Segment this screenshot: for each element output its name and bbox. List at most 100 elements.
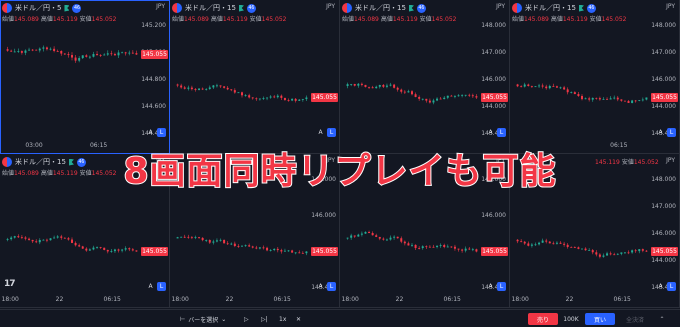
auto-scale-button[interactable]: A <box>316 128 325 137</box>
symbol-header[interactable]: 米ドル／円・15 46 <box>512 2 596 14</box>
high-label: 高値 <box>550 16 563 23</box>
candle-body <box>538 85 541 87</box>
x-tick-label: 06:15 <box>613 296 631 303</box>
candle-body <box>60 51 63 54</box>
candle-body <box>634 100 637 102</box>
currency-label[interactable]: JPY <box>326 3 335 10</box>
auto-scale-button[interactable]: A <box>656 282 665 291</box>
candle-body <box>294 252 297 254</box>
candle-body <box>183 236 186 238</box>
candle-body <box>53 237 56 239</box>
candle-body <box>219 85 222 87</box>
sell-button[interactable]: 売り <box>528 313 558 325</box>
auto-scale-button[interactable]: A <box>316 282 325 291</box>
chart-pane[interactable]: 145.055 A L JPY 米ドル／円・15 46 始値145.089 高値145.119… <box>170 0 340 154</box>
candle-body <box>124 248 127 250</box>
candle-body <box>258 247 261 249</box>
currency-label[interactable]: JPY <box>156 3 165 10</box>
log-scale-button[interactable]: L <box>497 282 506 291</box>
open-label: 始値 <box>2 170 15 177</box>
bar-select-control[interactable]: ⊢ バーを選択 ⌄ <box>180 313 226 325</box>
candle-body <box>78 245 81 247</box>
candle-body <box>60 236 63 238</box>
symbol-header[interactable]: 米ドル／円・5 46 <box>2 2 82 14</box>
candle-body <box>99 55 102 57</box>
candle-body <box>453 95 456 97</box>
candle-body <box>364 231 367 234</box>
candle-body <box>273 96 276 98</box>
exit-replay-button[interactable]: ✕ <box>296 313 301 325</box>
candle-body <box>527 243 530 246</box>
x-tick-label: 06:15 <box>610 142 628 149</box>
log-scale-button[interactable]: L <box>327 128 336 137</box>
price-plot[interactable] <box>170 0 339 153</box>
auto-scale-button[interactable]: A <box>656 128 665 137</box>
candle-body <box>620 99 623 101</box>
open-label: 始値 <box>172 16 185 23</box>
candle-body <box>439 98 442 100</box>
y-tick-label: 148.000 <box>651 22 676 29</box>
candle-body <box>280 95 283 98</box>
candle-body <box>6 49 9 51</box>
log-scale-button[interactable]: L <box>157 282 166 291</box>
candle-body <box>638 100 641 101</box>
last-price-tag: 145.055 <box>481 247 508 256</box>
open-label: 始値 <box>342 16 355 23</box>
candle-body <box>208 87 211 89</box>
candle-body <box>591 250 594 253</box>
candle-body <box>176 237 179 239</box>
log-scale-button[interactable]: L <box>667 128 676 137</box>
high-label: 高値 <box>210 16 223 23</box>
currency-label[interactable]: JPY <box>666 3 675 10</box>
log-scale-button[interactable]: L <box>327 282 336 291</box>
candle-body <box>616 253 619 255</box>
collapse-panel-button[interactable]: ⌃ <box>655 313 669 325</box>
play-button[interactable]: ▷ <box>244 313 249 325</box>
currency-label[interactable]: JPY <box>496 3 505 10</box>
log-scale-button[interactable]: L <box>667 282 676 291</box>
auto-scale-button[interactable]: A <box>486 128 495 137</box>
symbol-header[interactable]: 米ドル／円・15 46 <box>2 156 86 168</box>
candle-body <box>128 52 131 54</box>
candle-body <box>421 98 424 100</box>
auto-scale-button[interactable]: A <box>146 282 155 291</box>
replay-badge[interactable]: 46 <box>586 3 596 13</box>
replay-speed[interactable]: 1x <box>279 313 286 325</box>
log-scale-button[interactable]: L <box>157 128 166 137</box>
quantity-field[interactable]: 100K <box>561 313 581 325</box>
high-value: 145.119 <box>52 16 78 23</box>
chart-pane[interactable]: 148.000 147.000 146.000 144.000 143.400 145.0… <box>510 0 680 154</box>
candle-body <box>613 254 616 256</box>
high-value: 145.119 <box>595 159 620 166</box>
currency-label[interactable]: JPY <box>666 157 675 164</box>
candle-body <box>219 239 222 241</box>
candle-body <box>520 86 523 88</box>
symbol-header[interactable]: 米ドル／円・15 46 <box>172 2 256 14</box>
candle-body <box>56 50 59 52</box>
replay-badge[interactable]: 46 <box>76 157 86 167</box>
replay-badge[interactable]: 46 <box>72 3 82 13</box>
buy-button[interactable]: 買い <box>585 313 615 325</box>
high-value: 145.119 <box>52 170 78 177</box>
chart-pane[interactable]: 148.000 147.000 146.000 144.000 143.400 145.0… <box>340 0 510 154</box>
y-tick-label: 147.000 <box>651 203 676 210</box>
market-open-flag-icon <box>238 4 244 12</box>
chart-pane[interactable]: 145.200145.000144.800144.600144.400145.0… <box>0 0 170 154</box>
close-all-button[interactable]: 全決済 <box>620 313 650 325</box>
replay-badge[interactable]: 46 <box>416 3 426 13</box>
candle-body <box>393 236 396 238</box>
candle-body <box>248 95 251 98</box>
step-forward-button[interactable]: ▷| <box>261 313 268 325</box>
x-tick-label: 22 <box>565 296 574 303</box>
candle-body <box>241 245 243 247</box>
auto-scale-button[interactable]: A <box>146 128 155 137</box>
candle-body <box>407 91 410 93</box>
candle-body <box>570 246 573 248</box>
candle-body <box>371 233 374 236</box>
log-scale-button[interactable]: L <box>497 128 506 137</box>
auto-scale-button[interactable]: A <box>486 282 495 291</box>
candle-body <box>180 236 183 238</box>
replay-badge[interactable]: 46 <box>246 3 256 13</box>
symbol-header[interactable]: 米ドル／円・15 46 <box>342 2 426 14</box>
candle-body <box>360 83 363 85</box>
